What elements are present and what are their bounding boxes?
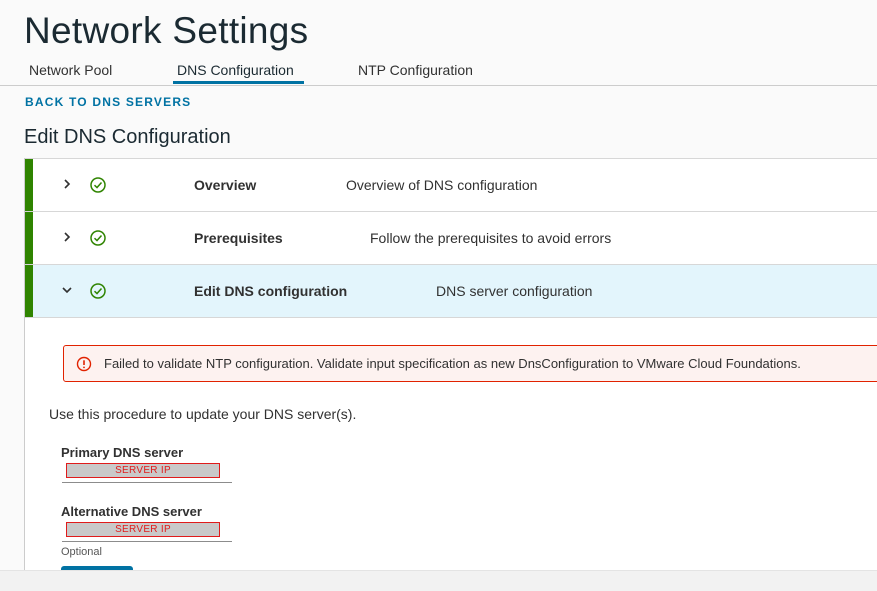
active-tab-indicator (173, 81, 304, 84)
step-overview[interactable]: Overview Overview of DNS configuration (25, 158, 877, 211)
redacted-server-ip: SERVER IP (66, 522, 220, 537)
optional-helper-text: Optional (61, 546, 102, 558)
check-circle-icon (90, 283, 106, 299)
error-alert: Failed to validate NTP configuration. Va… (63, 345, 877, 382)
chevron-right-icon[interactable] (60, 230, 74, 244)
primary-dns-input[interactable]: SERVER IP (62, 460, 232, 483)
step-description: Overview of DNS configuration (346, 177, 538, 193)
page-title: Network Settings (24, 10, 309, 51)
step-status-bar (25, 265, 33, 317)
step-prerequisites[interactable]: Prerequisites Follow the prerequisites t… (25, 211, 877, 264)
alert-message: Failed to validate NTP configuration. Va… (104, 356, 801, 371)
step-label: Edit DNS configuration (194, 283, 348, 299)
back-to-dns-servers-link[interactable]: BACK TO DNS SERVERS (25, 95, 191, 109)
step-label: Overview (194, 177, 257, 193)
alternative-dns-input[interactable]: SERVER IP (62, 519, 232, 542)
check-circle-icon (90, 177, 106, 193)
step-status-bar (25, 212, 33, 264)
window-bottom-edge (0, 570, 877, 591)
section-title: Edit DNS Configuration (24, 126, 231, 148)
redacted-server-ip: SERVER IP (66, 463, 220, 478)
primary-dns-label: Primary DNS server (61, 445, 184, 460)
tab-ntp-configuration[interactable]: NTP Configuration (358, 62, 473, 78)
step-edit-dns-configuration[interactable]: Edit DNS configuration DNS server config… (25, 264, 877, 318)
tab-bar: Network Pool DNS Configuration NTP Confi… (0, 58, 877, 86)
procedure-intro: Use this procedure to update your DNS se… (49, 406, 357, 422)
step-description: Follow the prerequisites to avoid errors (370, 230, 612, 246)
step-status-bar (25, 159, 33, 211)
step-description: DNS server configuration (436, 283, 593, 299)
check-circle-icon (90, 230, 106, 246)
exclamation-circle-icon (76, 356, 92, 372)
tab-dns-configuration[interactable]: DNS Configuration (177, 62, 294, 78)
alternative-dns-label: Alternative DNS server (61, 504, 202, 519)
chevron-down-icon[interactable] (60, 283, 74, 297)
tab-network-pool[interactable]: Network Pool (29, 62, 112, 78)
wizard-stepper: Overview Overview of DNS configuration P… (24, 158, 877, 576)
step-label: Prerequisites (194, 230, 283, 246)
chevron-right-icon[interactable] (60, 177, 74, 191)
